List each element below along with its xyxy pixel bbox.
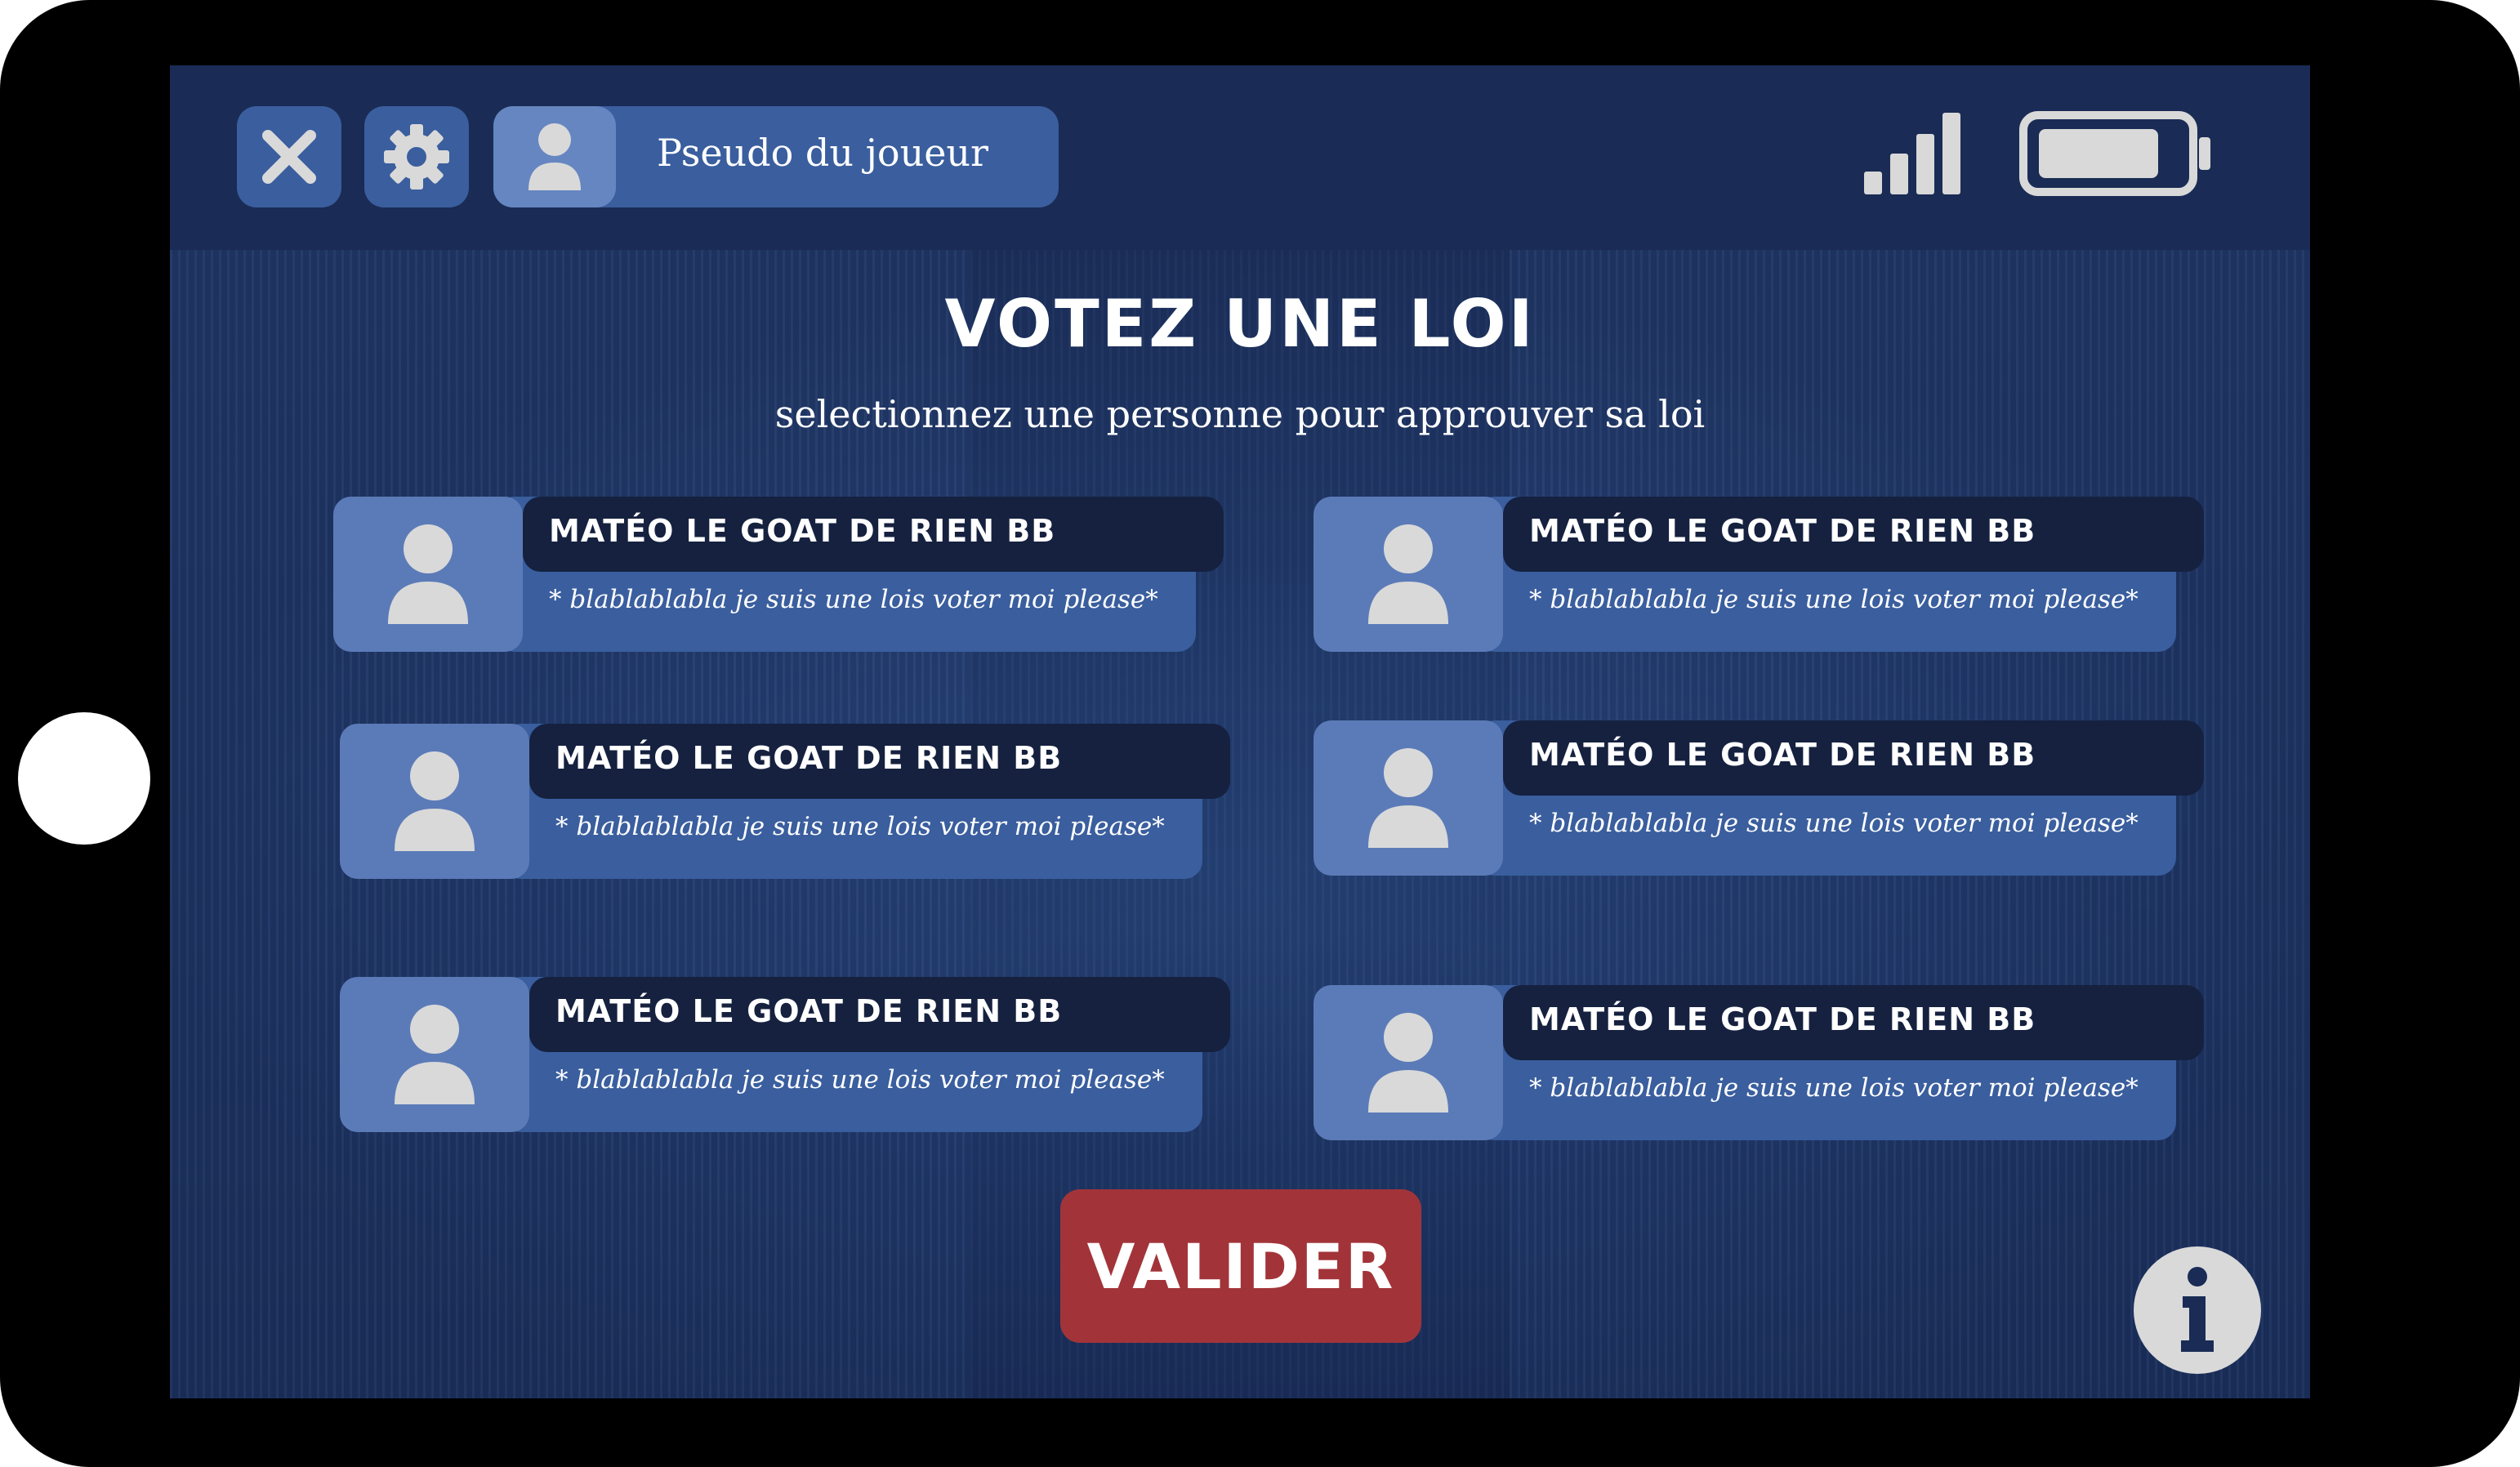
info-icon: [2181, 1267, 2214, 1352]
top-bar: Pseudo du joueur: [170, 65, 2310, 250]
card-name-bar: MATÉO LE GOAT DE RIEN BB: [523, 497, 1224, 572]
close-icon: [262, 130, 316, 184]
user-icon: [395, 1005, 475, 1104]
user-icon: [1368, 524, 1448, 624]
avatar: [1314, 497, 1503, 652]
validate-button[interactable]: VALIDER: [1060, 1189, 1421, 1343]
page-subtitle: selectionnez une personne pour approuver…: [774, 392, 1706, 436]
battery-icon: [2019, 111, 2210, 196]
card-name-bar: MATÉO LE GOAT DE RIEN BB: [529, 724, 1230, 799]
card-name-bar: MATÉO LE GOAT DE RIEN BB: [1503, 720, 2204, 796]
candidate-law-description: * blablablabla je suis une lois voter mo…: [555, 1065, 1165, 1095]
gear-icon: [384, 124, 449, 190]
avatar: [1314, 985, 1503, 1140]
candidate-name: MATÉO LE GOAT DE RIEN BB: [549, 513, 1056, 549]
user-icon: [1368, 1013, 1448, 1113]
page-title: VOTEZ UNE LOI: [944, 286, 1536, 362]
card-name-bar: MATÉO LE GOAT DE RIEN BB: [1503, 497, 2204, 572]
user-icon: [388, 524, 468, 624]
avatar: [333, 497, 523, 652]
candidate-card[interactable]: MATÉO LE GOAT DE RIEN BB * blablablabla …: [1314, 720, 2204, 876]
card-name-bar: MATÉO LE GOAT DE RIEN BB: [1503, 985, 2204, 1060]
candidate-law-description: * blablablabla je suis une lois voter mo…: [1529, 585, 2139, 614]
candidate-card[interactable]: MATÉO LE GOAT DE RIEN BB * blablablabla …: [340, 977, 1230, 1132]
card-name-bar: MATÉO LE GOAT DE RIEN BB: [529, 977, 1230, 1052]
candidate-name: MATÉO LE GOAT DE RIEN BB: [555, 993, 1063, 1029]
candidate-card[interactable]: MATÉO LE GOAT DE RIEN BB * blablablabla …: [340, 724, 1230, 879]
game-screen: Pseudo du joueur VOTEZ UNE LOI selection…: [170, 65, 2310, 1398]
player-profile[interactable]: Pseudo du joueur: [493, 106, 1059, 207]
user-icon: [529, 123, 581, 190]
tablet-frame: Pseudo du joueur VOTEZ UNE LOI selection…: [0, 0, 2520, 1467]
candidate-law-description: * blablablabla je suis une lois voter mo…: [549, 585, 1158, 614]
home-button[interactable]: [18, 712, 150, 845]
candidate-name: MATÉO LE GOAT DE RIEN BB: [1529, 513, 2036, 549]
candidate-law-description: * blablablabla je suis une lois voter mo…: [1529, 809, 2139, 838]
settings-button[interactable]: [364, 106, 469, 207]
avatar: [340, 977, 529, 1132]
avatar: [1314, 720, 1503, 876]
candidate-card[interactable]: MATÉO LE GOAT DE RIEN BB * blablablabla …: [1314, 985, 2204, 1140]
candidate-law-description: * blablablabla je suis une lois voter mo…: [555, 812, 1165, 841]
user-icon: [395, 751, 475, 851]
close-button[interactable]: [237, 106, 341, 207]
candidate-card[interactable]: MATÉO LE GOAT DE RIEN BB * blablablabla …: [333, 497, 1224, 652]
candidate-name: MATÉO LE GOAT DE RIEN BB: [555, 740, 1063, 776]
signal-icon: [1864, 113, 1960, 194]
candidate-law-description: * blablablabla je suis une lois voter mo…: [1529, 1073, 2139, 1103]
candidate-name: MATÉO LE GOAT DE RIEN BB: [1529, 737, 2036, 773]
avatar: [493, 106, 616, 207]
candidate-card[interactable]: MATÉO LE GOAT DE RIEN BB * blablablabla …: [1314, 497, 2204, 652]
player-name: Pseudo du joueur: [657, 131, 989, 175]
avatar: [340, 724, 529, 879]
user-icon: [1368, 748, 1448, 848]
info-button[interactable]: [2134, 1246, 2261, 1374]
candidate-name: MATÉO LE GOAT DE RIEN BB: [1529, 1001, 2036, 1037]
